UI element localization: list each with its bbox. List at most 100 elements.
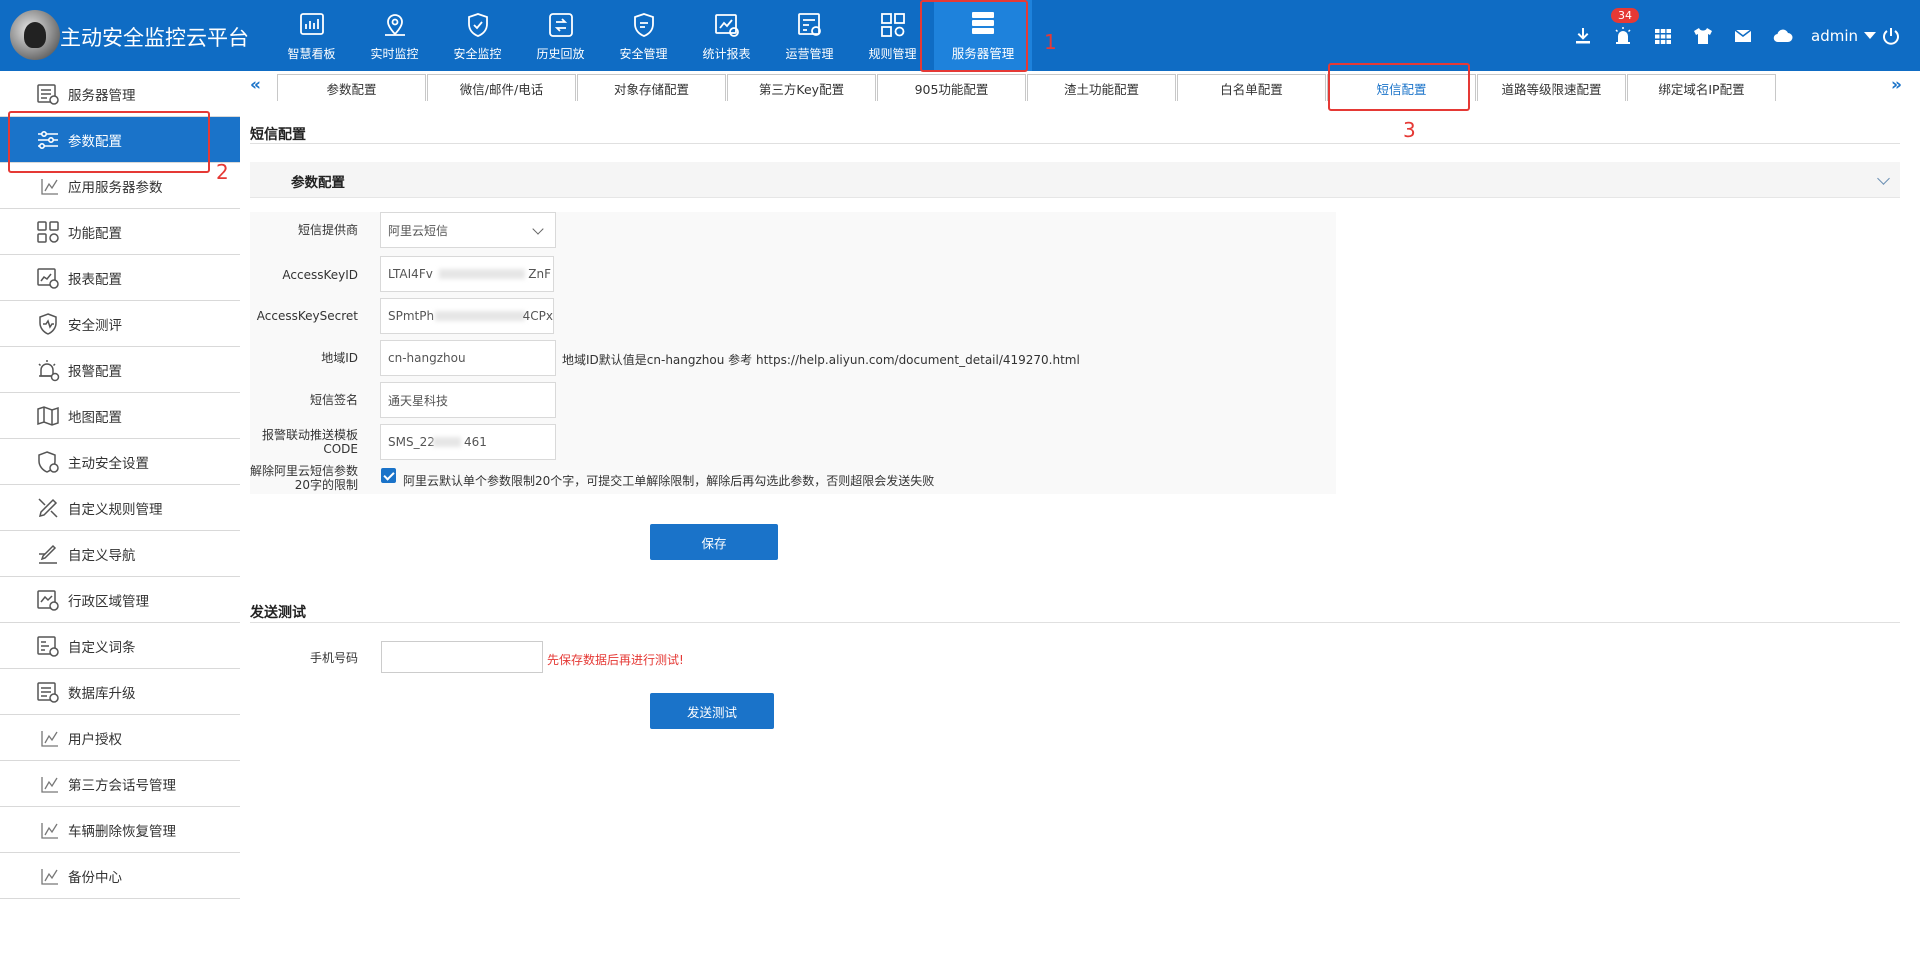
sidebar-item-vehicle-restore[interactable]: 车辆删除恢复管理 bbox=[0, 807, 240, 853]
nav-safety-management[interactable]: 安全管理 bbox=[602, 0, 685, 71]
nav-safety-monitor[interactable]: 安全监控 bbox=[436, 0, 519, 71]
annotation-number-1: 1 bbox=[1044, 30, 1057, 54]
map-pin-icon bbox=[384, 14, 405, 36]
tab-object-storage[interactable]: 对象存储配置 bbox=[577, 74, 726, 101]
save-button[interactable]: 保存 bbox=[650, 524, 778, 560]
rule-edit-icon bbox=[38, 497, 58, 518]
nav-operations[interactable]: 运营管理 bbox=[768, 0, 851, 71]
annotation-box-3 bbox=[1328, 63, 1470, 111]
access-key-secret-input[interactable]: SPmtPh 4CPx bbox=[380, 298, 554, 334]
sidebar-item-user-authorization[interactable]: 用户授权 bbox=[0, 715, 240, 761]
chart-line-icon bbox=[41, 868, 58, 885]
alarm-settings-icon bbox=[38, 359, 60, 381]
provider-select[interactable]: 阿里云短信 bbox=[380, 212, 556, 248]
sidebar: 服务器管理 参数配置 应用服务器参数 功能配置 报表配置 安全测评 报警配置 地… bbox=[0, 71, 240, 899]
access-key-id-input[interactable]: LTAI4Fv ZnF bbox=[380, 256, 554, 292]
chart-line-icon bbox=[41, 776, 58, 793]
redacted-mask bbox=[433, 437, 461, 447]
sidebar-item-alarm-config[interactable]: 报警配置 bbox=[0, 347, 240, 393]
chevron-down-icon bbox=[532, 223, 544, 235]
tabs-prev-arrow[interactable]: « bbox=[250, 75, 261, 95]
theme-button[interactable] bbox=[1683, 16, 1723, 56]
sidebar-item-safety-evaluation[interactable]: 安全测评 bbox=[0, 301, 240, 347]
header-tools: 34 admin bbox=[1563, 0, 1920, 71]
sidebar-item-map-config[interactable]: 地图配置 bbox=[0, 393, 240, 439]
alarm-button[interactable]: 34 bbox=[1603, 7, 1643, 56]
sidebar-item-function-config[interactable]: 功能配置 bbox=[0, 209, 240, 255]
phone-input[interactable] bbox=[381, 641, 543, 673]
sidebar-item-custom-rules[interactable]: 自定义规则管理 bbox=[0, 485, 240, 531]
sidebar-item-region-management[interactable]: 行政区域管理 bbox=[0, 577, 240, 623]
param-limit-hint: 阿里云默认单个参数限制20个字，可提交工单解除限制，解除后再勾选此参数，否则超限… bbox=[403, 474, 935, 488]
shield-settings-icon bbox=[633, 13, 654, 37]
provider-label: 短信提供商 bbox=[297, 223, 358, 237]
redacted-mask bbox=[435, 311, 525, 321]
template-code-input[interactable]: SMS_22 461 bbox=[380, 424, 556, 460]
evaluation-icon bbox=[39, 312, 57, 335]
tabs: 参数配置 微信/邮件/电话 对象存储配置 第三方Key配置 905功能配置 渣土… bbox=[277, 74, 1777, 101]
nav-history-replay[interactable]: 历史回放 bbox=[519, 0, 602, 71]
database-icon bbox=[37, 681, 59, 703]
shield-gear-icon bbox=[38, 450, 59, 473]
user-menu[interactable]: admin bbox=[1811, 27, 1876, 45]
sms-sign-input[interactable]: 通天星科技 bbox=[380, 382, 556, 418]
sidebar-item-custom-dictionary[interactable]: 自定义词条 bbox=[0, 623, 240, 669]
tab-muck-function[interactable]: 渣土功能配置 bbox=[1027, 74, 1176, 101]
tshirt-icon bbox=[1694, 27, 1712, 44]
report-icon bbox=[714, 14, 739, 37]
region-input[interactable]: cn-hangzhou bbox=[380, 340, 556, 376]
chart-line-icon bbox=[41, 178, 58, 195]
tab-road-speed-limit[interactable]: 道路等级限速配置 bbox=[1477, 74, 1626, 101]
cloud-icon bbox=[1773, 29, 1793, 42]
annotation-number-2: 2 bbox=[216, 160, 229, 184]
username: admin bbox=[1811, 26, 1858, 45]
rules-icon bbox=[880, 13, 905, 37]
download-button[interactable] bbox=[1563, 16, 1603, 56]
power-icon bbox=[1883, 27, 1899, 45]
sidebar-item-third-party-session[interactable]: 第三方会话号管理 bbox=[0, 761, 240, 807]
tab-domain-ip[interactable]: 绑定域名IP配置 bbox=[1627, 74, 1776, 101]
region-hint: 地域ID默认值是cn-hangzhou 参考 https://help.aliy… bbox=[562, 353, 1080, 367]
cloud-button[interactable] bbox=[1763, 16, 1803, 56]
access-key-secret-label: AccessKeySecret bbox=[256, 309, 358, 323]
param-limit-checkbox[interactable] bbox=[381, 468, 396, 483]
report-settings-icon bbox=[37, 267, 59, 289]
phone-label: 手机号码 bbox=[309, 651, 358, 665]
grid-button[interactable] bbox=[1643, 16, 1683, 56]
nav-statistics[interactable]: 统计报表 bbox=[685, 0, 768, 71]
redacted-mask bbox=[439, 269, 525, 279]
region-label: 地域ID bbox=[321, 351, 358, 365]
tab-third-party-key[interactable]: 第三方Key配置 bbox=[727, 74, 876, 101]
sidebar-item-active-safety-settings[interactable]: 主动安全设置 bbox=[0, 439, 240, 485]
parameter-panel-header[interactable]: 参数配置 bbox=[250, 162, 1900, 198]
chevron-down-icon[interactable] bbox=[1877, 172, 1890, 185]
logout-button[interactable] bbox=[1876, 16, 1906, 56]
nav-realtime-monitor[interactable]: 实时监控 bbox=[353, 0, 436, 71]
page-title: 短信配置 bbox=[250, 127, 306, 143]
grid-view-icon bbox=[1655, 28, 1671, 44]
main-nav: 智慧看板 实时监控 安全监控 历史回放 安全管理 统计报表 运营管理 规则管理 bbox=[270, 0, 1032, 71]
replay-icon bbox=[548, 13, 573, 37]
test-warning: 先保存数据后再进行测试! bbox=[547, 653, 684, 667]
tab-905-function[interactable]: 905功能配置 bbox=[877, 74, 1026, 101]
send-test-title: 发送测试 bbox=[250, 605, 306, 621]
sidebar-item-database-upgrade[interactable]: 数据库升级 bbox=[0, 669, 240, 715]
alarm-icon bbox=[1615, 26, 1631, 44]
message-button[interactable] bbox=[1723, 16, 1763, 56]
tab-whitelist[interactable]: 白名单配置 bbox=[1177, 74, 1326, 101]
tabs-next-arrow[interactable]: » bbox=[1891, 75, 1902, 95]
operations-icon bbox=[797, 13, 821, 36]
tab-wechat-mail-phone[interactable]: 微信/邮件/电话 bbox=[427, 74, 576, 101]
tab-parameter-config[interactable]: 参数配置 bbox=[277, 74, 426, 101]
chart-line-icon bbox=[41, 822, 58, 839]
template-code-label: 报警联动推送模板 CODE bbox=[261, 428, 358, 456]
nav-dashboard[interactable]: 智慧看板 bbox=[270, 0, 353, 71]
sms-sign-label: 短信签名 bbox=[309, 393, 358, 407]
annotation-box-1 bbox=[920, 0, 1028, 72]
region-icon bbox=[37, 589, 59, 611]
send-test-button[interactable]: 发送测试 bbox=[650, 693, 774, 729]
panel-title: 参数配置 bbox=[291, 175, 345, 191]
sidebar-item-backup-center[interactable]: 备份中心 bbox=[0, 853, 240, 899]
sidebar-item-report-config[interactable]: 报表配置 bbox=[0, 255, 240, 301]
sidebar-item-custom-navigation[interactable]: 自定义导航 bbox=[0, 531, 240, 577]
